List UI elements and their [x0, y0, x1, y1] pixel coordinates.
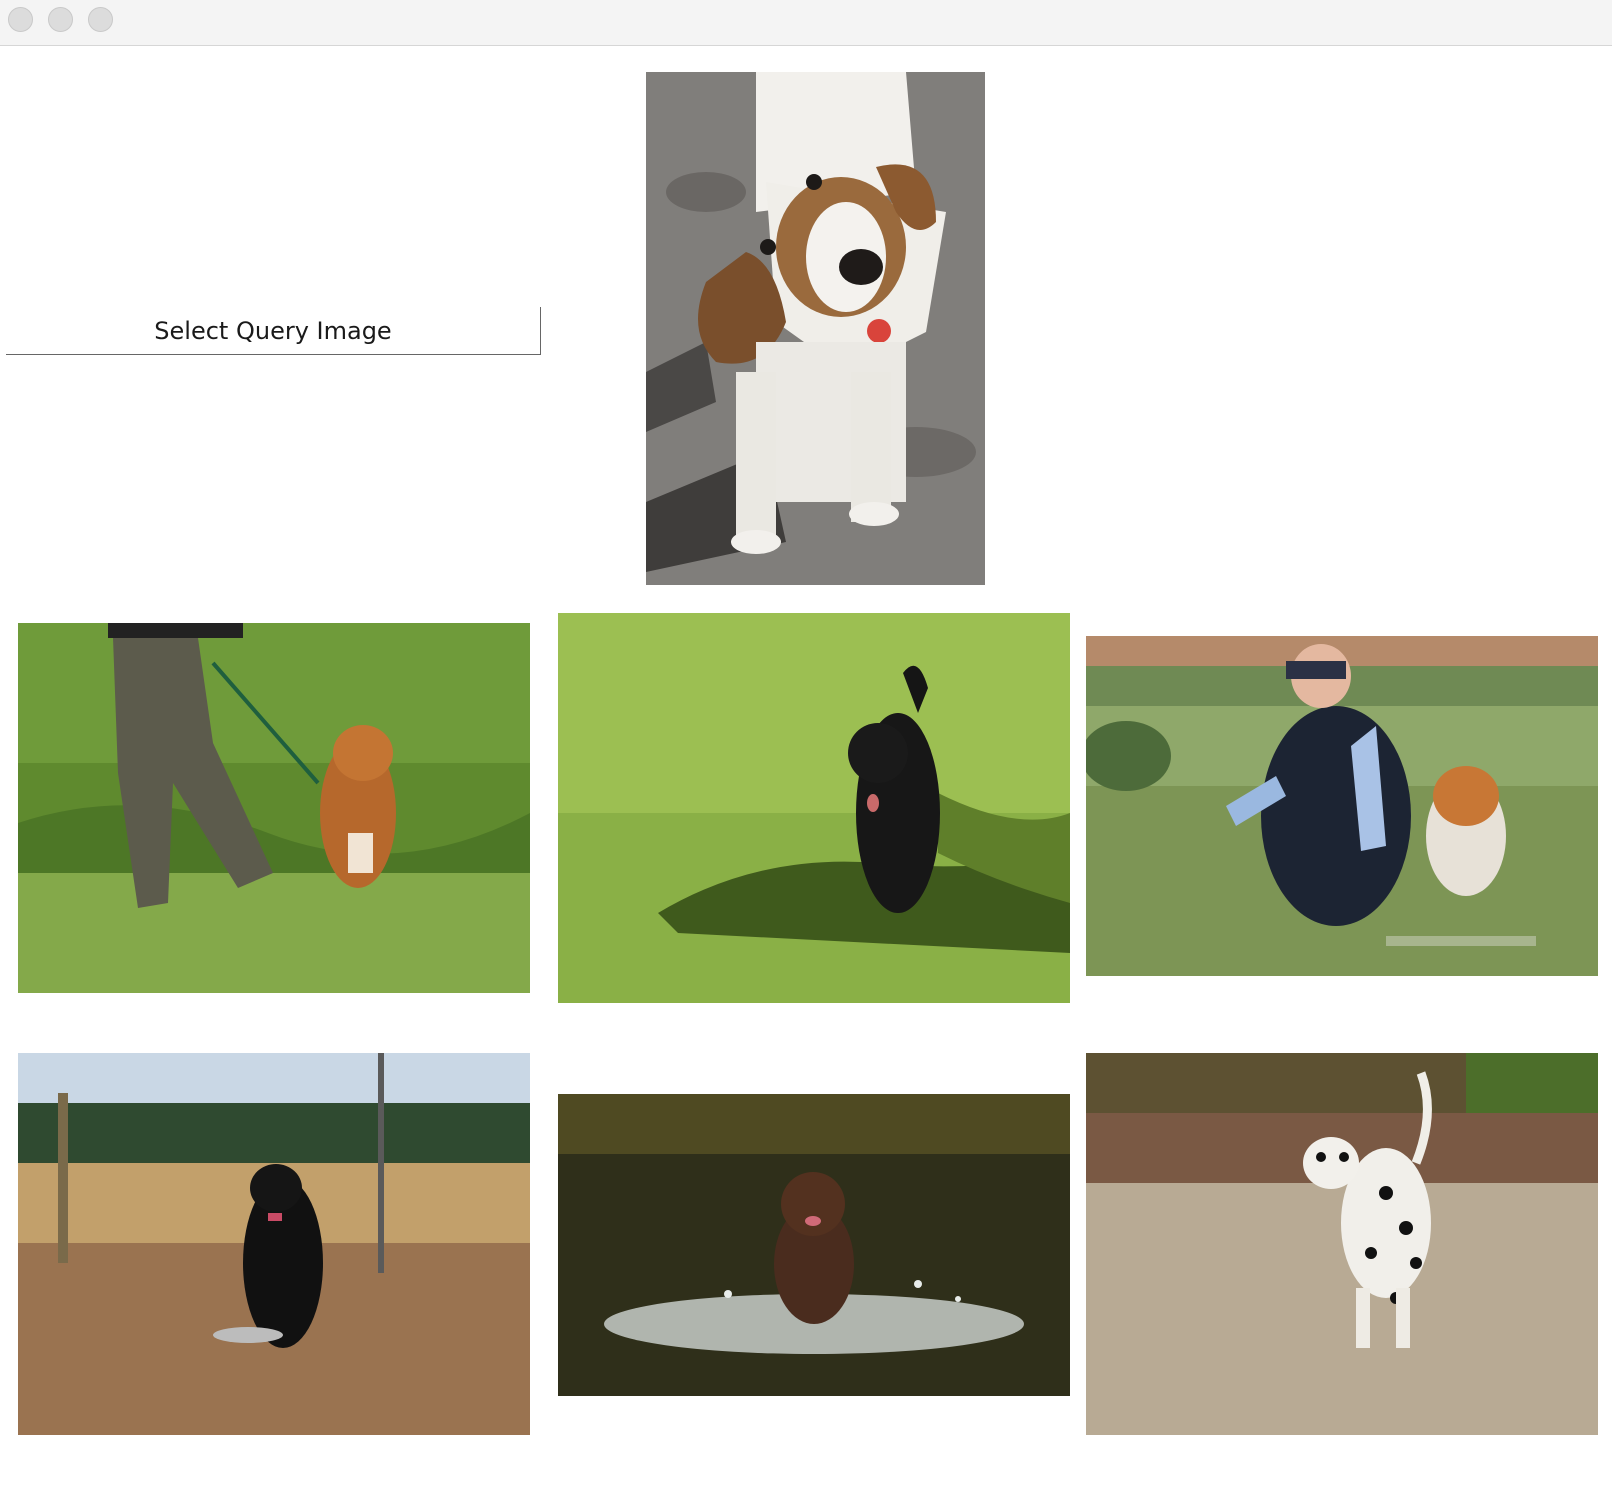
result-image-5[interactable] [558, 1094, 1070, 1396]
result-image-3[interactable] [1086, 636, 1598, 976]
result-image-1[interactable] [18, 623, 530, 993]
minimize-window-button[interactable] [48, 7, 73, 32]
close-window-button[interactable] [8, 7, 33, 32]
main-content: Select Query Image [0, 46, 1612, 1490]
select-query-image-button[interactable]: Select Query Image [6, 307, 541, 355]
result-image-4[interactable] [18, 1053, 530, 1435]
result-image-2[interactable] [558, 613, 1070, 1003]
zoom-window-button[interactable] [88, 7, 113, 32]
result-image-6[interactable] [1086, 1053, 1598, 1435]
query-image [646, 72, 985, 585]
window-titlebar [0, 0, 1612, 46]
